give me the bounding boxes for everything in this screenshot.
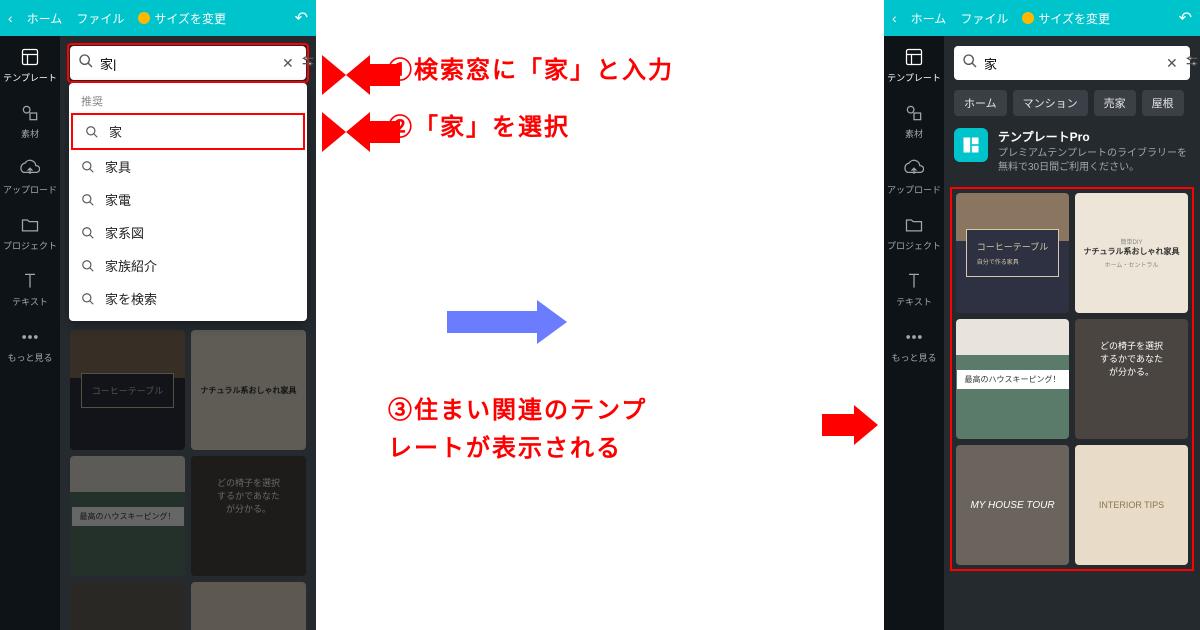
- home-link[interactable]: ホーム: [27, 10, 63, 27]
- template-thumb[interactable]: コーヒーテーブル自分で作る家具: [956, 193, 1069, 313]
- app-left: ‹ ホーム ファイル サイズを変更 ↶ テンプレート 素材 アップロード プロジ…: [0, 0, 316, 630]
- side-rail: テンプレート 素材 アップロード プロジェクト テキスト もっと見る: [884, 36, 944, 630]
- topbar: ‹ ホーム ファイル サイズを変更 ↶: [0, 0, 316, 36]
- side-rail: テンプレート 素材 アップロード プロジェクト テキスト もっと見る: [0, 36, 60, 630]
- search-dropdown: 推奨 家 家具 家電 家系図 家族紹介 家を検索: [69, 83, 307, 321]
- crown-icon: [1022, 12, 1034, 24]
- chip[interactable]: 売家: [1094, 90, 1136, 116]
- chip[interactable]: 屋根: [1142, 90, 1184, 116]
- rail-more[interactable]: もっと見る: [7, 326, 52, 364]
- crown-icon: [138, 12, 150, 24]
- template-thumb[interactable]: INTERIOR TIPS: [1075, 445, 1188, 565]
- filter-icon[interactable]: [300, 53, 316, 74]
- rail-upload[interactable]: アップロード: [887, 158, 941, 196]
- clear-icon[interactable]: ✕: [282, 55, 294, 72]
- dropdown-item-0[interactable]: 家: [71, 113, 305, 150]
- filter-chips: ホーム マンション 売家 屋根 不動 ›: [954, 90, 1190, 116]
- template-thumb[interactable]: MY HOUSE TOUR: [70, 582, 185, 630]
- rail-upload[interactable]: アップロード: [3, 158, 57, 196]
- template-thumb[interactable]: 簡単DIYナチュラル系おしゃれ家具ホーム・セントラル: [1075, 193, 1188, 313]
- template-thumb[interactable]: MY HOUSE TOUR: [956, 445, 1069, 565]
- annotation-3b: レートが表示される: [388, 428, 622, 463]
- back-icon[interactable]: ‹: [8, 10, 13, 26]
- dropdown-item-1[interactable]: 家具: [69, 150, 307, 183]
- rail-project[interactable]: プロジェクト: [887, 214, 941, 252]
- search-input[interactable]: [100, 56, 276, 71]
- rail-text[interactable]: テキスト: [12, 270, 48, 308]
- rail-text[interactable]: テキスト: [896, 270, 932, 308]
- undo-icon[interactable]: ↶: [1179, 8, 1192, 28]
- filter-icon[interactable]: [1184, 53, 1200, 74]
- pro-icon: [954, 128, 988, 162]
- template-grid: コーヒーテーブル自分で作る家具 簡単DIYナチュラル系おしゃれ家具ホーム・セント…: [950, 187, 1194, 571]
- template-thumb[interactable]: 最高のハウスキーピング！: [956, 319, 1069, 439]
- dropdown-item-4[interactable]: 家族紹介: [69, 249, 307, 282]
- search-icon: [78, 53, 94, 74]
- search-icon: [962, 53, 978, 74]
- rail-template[interactable]: テンプレート: [887, 46, 941, 84]
- resize-button[interactable]: サイズを変更: [138, 10, 226, 27]
- template-panel: ✕ ホーム マンション 売家 屋根 不動 › テンプレートPro プレミアムテン…: [944, 36, 1200, 630]
- annotation-arrow-3: [822, 405, 878, 445]
- rail-elements[interactable]: 素材: [19, 102, 41, 140]
- template-thumb[interactable]: コーヒーテーブル: [70, 330, 185, 450]
- rail-elements[interactable]: 素材: [903, 102, 925, 140]
- flow-arrow: [447, 300, 567, 344]
- home-link[interactable]: ホーム: [911, 10, 947, 27]
- annotation-1: ①検索窓に「家」と入力: [388, 50, 674, 85]
- clear-icon[interactable]: ✕: [1166, 55, 1178, 72]
- dropdown-item-5[interactable]: 家を検索: [69, 282, 307, 315]
- annotation-2: ②「家」を選択: [388, 107, 570, 142]
- resize-button[interactable]: サイズを変更: [1022, 10, 1110, 27]
- chip[interactable]: マンション: [1013, 90, 1088, 116]
- search-box[interactable]: ✕: [70, 46, 306, 80]
- dropdown-item-3[interactable]: 家系図: [69, 216, 307, 249]
- template-thumb[interactable]: ナチュラル系おしゃれ家具: [191, 330, 306, 450]
- topbar: ‹ ホーム ファイル サイズを変更 ↶: [884, 0, 1200, 36]
- chip[interactable]: ホーム: [954, 90, 1007, 116]
- rail-project[interactable]: プロジェクト: [3, 214, 57, 252]
- file-menu[interactable]: ファイル: [960, 10, 1008, 27]
- rail-template[interactable]: テンプレート: [3, 46, 57, 84]
- search-box[interactable]: ✕: [954, 46, 1190, 80]
- template-panel: ✕ 推奨 家 家具 家電 家系図 家族紹介 家を検索 コーヒーテーブル ナチュラ…: [60, 36, 316, 630]
- app-right: ‹ ホーム ファイル サイズを変更 ↶ テンプレート 素材 アップロード プロジ…: [884, 0, 1200, 630]
- template-thumb[interactable]: どの椅子を選択するかであなたが分かる。: [1075, 319, 1188, 439]
- search-input[interactable]: [984, 56, 1160, 71]
- dropdown-header: 推奨: [69, 89, 307, 113]
- template-thumb[interactable]: 最高のハウスキーピング！: [70, 456, 185, 576]
- annotation-3a: ③住まい関連のテンプ: [388, 390, 647, 425]
- dropdown-item-2[interactable]: 家電: [69, 183, 307, 216]
- promo-desc: プレミアムテンプレートのライブラリーを無料で30日間ご利用ください。: [998, 147, 1190, 175]
- file-menu[interactable]: ファイル: [76, 10, 124, 27]
- rail-more[interactable]: もっと見る: [891, 326, 936, 364]
- promo-banner[interactable]: テンプレートPro プレミアムテンプレートのライブラリーを無料で30日間ご利用く…: [954, 128, 1190, 175]
- promo-title: テンプレートPro: [998, 128, 1190, 145]
- undo-icon[interactable]: ↶: [295, 8, 308, 28]
- template-thumb[interactable]: INTERIOR TIPS: [191, 582, 306, 630]
- template-thumb[interactable]: どの椅子を選択するかであなたが分かる。: [191, 456, 306, 576]
- back-icon[interactable]: ‹: [892, 10, 897, 26]
